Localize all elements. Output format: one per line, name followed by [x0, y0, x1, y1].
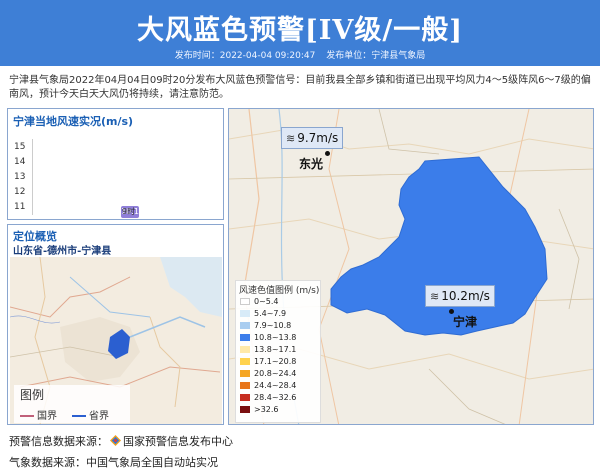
legend-row: 7.9~10.8	[240, 321, 291, 331]
y-axis-line	[32, 139, 33, 215]
y-tick: 14	[14, 157, 26, 167]
legend-swatch	[240, 382, 250, 389]
legend-item-province-border: 省界	[72, 407, 109, 422]
legend-row: 10.8~13.8	[240, 333, 296, 343]
weather-source: 气象数据来源：中国气象局全国自动站实况	[9, 456, 218, 469]
warning-description: 宁津县气象局2022年04月04日09时20分发布大风蓝色预警信号：目前我县全部…	[9, 75, 591, 100]
wind-panel-title: 宁津当地风速实况(m/s)	[13, 115, 134, 128]
y-tick: 11	[14, 202, 26, 212]
x-tick-label: 9时	[122, 207, 136, 216]
legend-row: 20.8~24.4	[240, 369, 296, 379]
national-border-swatch	[20, 415, 34, 417]
station-name-ningjin: 宁津	[453, 315, 478, 329]
warning-source-label: 预警信息数据来源：	[9, 435, 108, 448]
legend-swatch	[240, 298, 250, 305]
warning-title: 大风蓝色预警[IV级/一般]	[137, 15, 463, 46]
legend-row: >32.6	[240, 405, 279, 415]
legend-row: 13.8~17.1	[240, 345, 296, 355]
warning-source: 预警信息数据来源： 国家预警信息发布中心	[9, 433, 233, 449]
publish-time: 发布时间：2022-04-04 09:20:47	[174, 51, 316, 61]
warning-source-name[interactable]: 国家预警信息发布中心	[123, 435, 233, 448]
wind-icon: ≋	[430, 290, 440, 303]
legend-swatch	[240, 394, 250, 401]
y-tick: 13	[14, 172, 26, 182]
wind-speed-legend: 风速色值图例 (m/s) 0~5.4 5.4~7.9 7.9~10.8 10.8…	[235, 280, 321, 423]
legend-row: 0~5.4	[240, 297, 279, 307]
legend-item-national-border: 国界	[20, 407, 57, 422]
warning-center-logo-icon	[110, 435, 121, 446]
speed-legend-title: 风速色值图例 (m/s)	[239, 286, 320, 296]
legend-row: 5.4~7.9	[240, 309, 286, 319]
legend-swatch	[240, 406, 250, 413]
location-region: 山东省-德州市-宁津县	[13, 246, 112, 257]
legend-row: 24.4~28.4	[240, 381, 296, 391]
legend-title: 图例	[20, 388, 45, 402]
legend-swatch	[240, 358, 250, 365]
wind-speed-panel: 宁津当地风速实况(m/s) 15 14 13 12 11 10 10.1 9时	[7, 108, 224, 220]
y-tick: 15	[14, 142, 26, 152]
location-panel: 定位概览 山东省-德州市-宁津县 图例 国界 省界	[7, 224, 224, 425]
warning-header: 大风蓝色预警[IV级/一般] 发布时间：2022-04-04 09:20:47 …	[0, 0, 600, 66]
legend-swatch	[240, 322, 250, 329]
legend-swatch	[240, 370, 250, 377]
wind-icon: ≋	[286, 132, 296, 145]
province-border-swatch	[72, 415, 86, 417]
legend-row: 17.1~20.8	[240, 357, 296, 367]
station-marker[interactable]	[325, 151, 330, 156]
wind-chart: 10.1 9时	[32, 139, 220, 219]
legend-swatch	[240, 334, 250, 341]
y-tick: 12	[14, 187, 26, 197]
legend-swatch	[240, 346, 250, 353]
wind-map[interactable]: ≋ 9.7m/s 东光 ≋ 10.2m/s 宁津 风速色值图例 (m/s) 0~5.…	[228, 108, 594, 425]
station-name-dongguang: 东光	[299, 157, 324, 171]
station-badge-ningjin[interactable]: ≋ 10.2m/s	[425, 285, 495, 307]
header-meta: 发布时间：2022-04-04 09:20:47 发布单位：宁津县气象局	[0, 48, 600, 62]
legend-row: 28.4~32.6	[240, 393, 296, 403]
publish-unit: 发布单位：宁津县气象局	[326, 51, 426, 61]
legend-swatch	[240, 310, 250, 317]
overview-legend: 图例 国界 省界	[14, 385, 130, 423]
station-badge-dongguang[interactable]: ≋ 9.7m/s	[281, 127, 344, 149]
